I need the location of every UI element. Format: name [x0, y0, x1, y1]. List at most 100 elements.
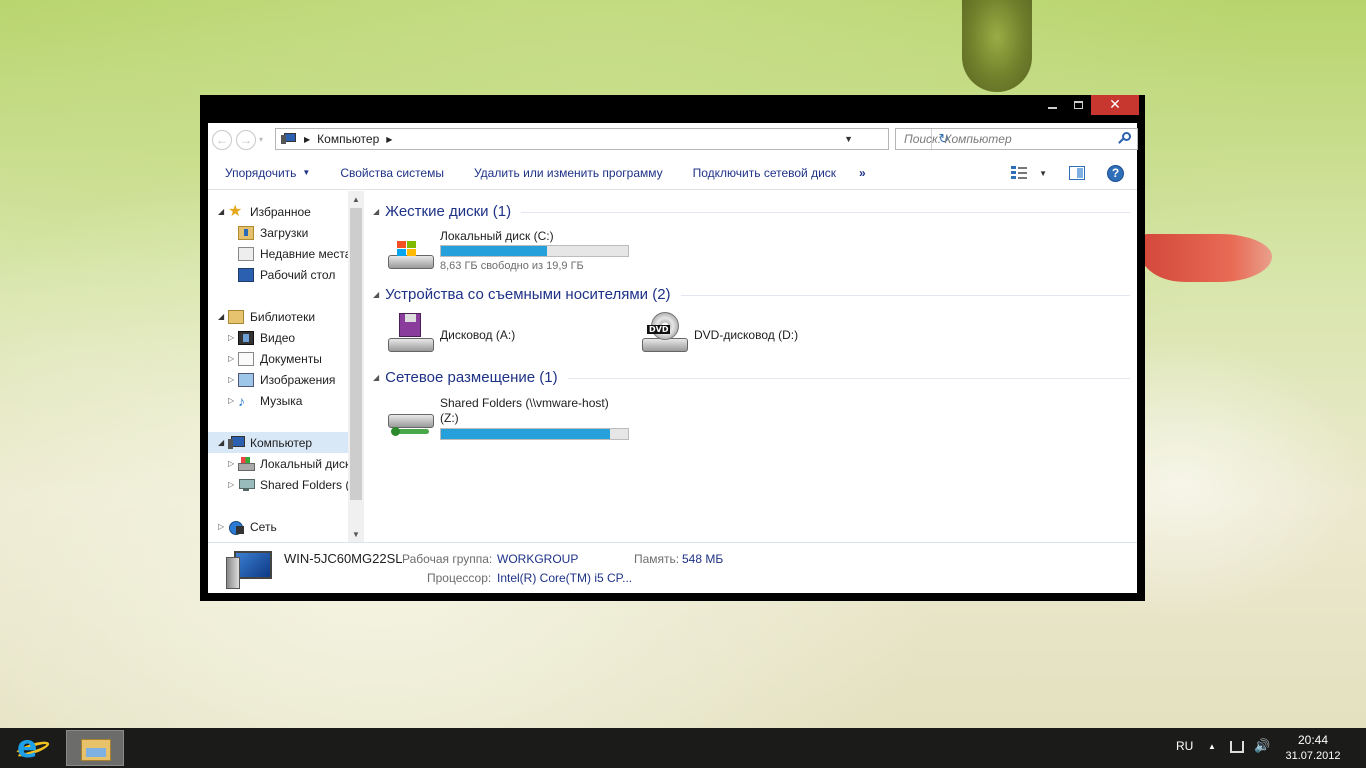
- scrollbar-thumb[interactable]: [350, 208, 362, 500]
- collapsed-arrow-icon[interactable]: ▷: [228, 354, 238, 363]
- group-title: Жесткие диски (1): [385, 202, 512, 220]
- collapsed-arrow-icon[interactable]: ▷: [228, 459, 238, 468]
- network-drive-icon: [385, 396, 434, 440]
- chevron-down-icon: ▼: [302, 168, 311, 177]
- clock-date[interactable]: 31.07.2012: [1280, 750, 1346, 762]
- drive-item-a[interactable]: Дисковод (A:): [385, 312, 645, 358]
- view-options-dropdown-icon[interactable]: ▼: [1039, 169, 1047, 178]
- search-input[interactable]: Поиск: Компьютер: [904, 132, 1117, 146]
- maximize-button[interactable]: [1065, 95, 1091, 115]
- wallpaper-petal: [1140, 234, 1272, 282]
- wallpaper-flower-bud: [962, 0, 1032, 92]
- tree-label: Избранное: [250, 204, 311, 219]
- collapsed-arrow-icon[interactable]: ▷: [228, 480, 238, 489]
- input-language-indicator[interactable]: RU: [1176, 739, 1193, 753]
- show-hidden-icons-icon[interactable]: ▲: [1208, 742, 1216, 751]
- workgroup-label: Рабочая группа:: [402, 552, 493, 566]
- downloads-folder-icon: [238, 225, 254, 240]
- expanded-arrow-icon[interactable]: ◢: [218, 207, 228, 216]
- network-drive-icon: [238, 478, 255, 492]
- speaker-icon[interactable]: 🔊: [1254, 739, 1270, 754]
- drive-name: Shared Folders (\\vmware-host) (Z:): [440, 396, 609, 425]
- tree-label: Рабочий стол: [260, 267, 336, 282]
- address-dropdown-icon[interactable]: ▼: [844, 134, 853, 144]
- drive-name: Локальный диск (C:): [440, 229, 554, 243]
- collapsed-arrow-icon[interactable]: ▷: [218, 522, 228, 531]
- group-header-network-locations[interactable]: ◢ Сетевое размещение (1): [373, 367, 1130, 387]
- map-network-drive-button[interactable]: Подключить сетевой диск: [678, 156, 851, 189]
- tree-label: Сеть: [250, 519, 277, 534]
- forward-button[interactable]: →: [236, 129, 256, 150]
- tree-item-computer[interactable]: ◢ Компьютер: [208, 432, 348, 453]
- capacity-bar-fill: [441, 246, 547, 256]
- drive-item-z[interactable]: Shared Folders (\\vmware-host) (Z:): [385, 396, 645, 442]
- tree-item-documents[interactable]: ▷ Документы: [228, 348, 364, 369]
- search-box[interactable]: Поиск: Компьютер: [895, 128, 1138, 150]
- search-icon[interactable]: [1117, 131, 1133, 147]
- group-title: Устройства со съемными носителями (2): [385, 285, 671, 303]
- recent-locations-button[interactable]: ▾: [259, 135, 263, 144]
- drive-item-c[interactable]: Локальный диск (C:) 8,63 ГБ свободно из …: [385, 229, 645, 275]
- preview-pane-icon[interactable]: [1069, 166, 1085, 180]
- workgroup-value: WORKGROUP: [497, 552, 579, 566]
- collapsed-arrow-icon[interactable]: ▷: [228, 375, 238, 384]
- tree-item-local-disk[interactable]: ▷ Локальный диск: [228, 453, 364, 474]
- file-explorer-taskbar-button[interactable]: [66, 730, 124, 766]
- tree-item-libraries[interactable]: ◢ Библиотеки: [218, 306, 358, 327]
- internet-explorer-taskbar-button[interactable]: e: [13, 730, 51, 765]
- computer-icon: [281, 132, 297, 146]
- tree-label: Библиотеки: [250, 309, 316, 324]
- documents-library-icon: [238, 351, 254, 366]
- content-pane: ◢ Жесткие диски (1) Локальный диск (C:) …: [365, 191, 1137, 542]
- more-commands-button[interactable]: »: [851, 166, 874, 180]
- collapsed-arrow-icon[interactable]: ▷: [228, 396, 238, 405]
- drive-item-d[interactable]: DVD DVD-дисковод (D:): [639, 312, 899, 358]
- music-note-icon: ♪: [238, 392, 245, 409]
- group-header-removable[interactable]: ◢ Устройства со съемными носителями (2): [373, 284, 1130, 304]
- breadcrumb-separator-icon[interactable]: ▶: [386, 135, 392, 144]
- expanded-arrow-icon[interactable]: ◢: [373, 290, 379, 299]
- forward-arrow-icon: →: [240, 132, 252, 147]
- recent-places-icon: [238, 246, 254, 261]
- tree-label: Загрузки: [260, 225, 309, 240]
- navigation-bar: ← → ▾ ▶ Компьютер ▶ ▼ ↻ Поиск: Компьютер: [208, 123, 1138, 156]
- tree-label: Видео: [260, 330, 296, 345]
- tree-item-pictures[interactable]: ▷ Изображения: [228, 369, 364, 390]
- internet-explorer-icon: e: [17, 730, 38, 765]
- expanded-arrow-icon[interactable]: ◢: [373, 207, 379, 216]
- minimize-button[interactable]: [1039, 95, 1065, 115]
- breadcrumb-separator-icon[interactable]: ▶: [304, 135, 310, 144]
- close-button[interactable]: ✕: [1091, 95, 1139, 115]
- tree-item-recent-places[interactable]: Недавние места: [238, 243, 364, 264]
- breadcrumb-computer[interactable]: Компьютер: [317, 132, 379, 146]
- tree-item-videos[interactable]: ▷ Видео: [228, 327, 364, 348]
- system-properties-button[interactable]: Свойства системы: [325, 156, 459, 189]
- tree-item-favorites[interactable]: ◢ ★ Избранное: [218, 201, 358, 222]
- help-icon[interactable]: ?: [1107, 164, 1124, 182]
- scroll-up-arrow-icon[interactable]: ▲: [348, 191, 364, 207]
- computer-icon: [224, 551, 272, 589]
- video-library-icon: [238, 330, 254, 345]
- change-view-icon[interactable]: [1011, 166, 1029, 180]
- address-bar[interactable]: ▶ Компьютер ▶ ▼ ↻: [275, 128, 949, 150]
- tree-item-desktop[interactable]: Рабочий стол: [238, 264, 364, 285]
- uninstall-program-button[interactable]: Удалить или изменить программу: [459, 156, 678, 189]
- back-button[interactable]: ←: [212, 129, 232, 150]
- tree-item-shared-folders[interactable]: ▷ Shared Folders (\\: [228, 474, 364, 495]
- collapsed-arrow-icon[interactable]: ▷: [228, 333, 238, 342]
- network-status-icon[interactable]: [1230, 741, 1244, 753]
- tree-label: Компьютер: [250, 435, 313, 450]
- expanded-arrow-icon[interactable]: ◢: [373, 373, 379, 382]
- tree-item-music[interactable]: ▷ ♪ Музыка: [228, 390, 364, 411]
- navigation-pane-scrollbar[interactable]: ▲ ▼: [348, 191, 364, 542]
- dvd-label: DVD: [647, 325, 671, 334]
- clock-time[interactable]: 20:44: [1280, 733, 1346, 747]
- tree-item-downloads[interactable]: Загрузки: [238, 222, 364, 243]
- expanded-arrow-icon[interactable]: ◢: [218, 312, 228, 321]
- tree-item-network[interactable]: ▷ Сеть: [218, 516, 358, 537]
- desktop-icon: [238, 267, 254, 282]
- organize-button[interactable]: Упорядочить ▼: [208, 156, 325, 189]
- scroll-down-arrow-icon[interactable]: ▼: [348, 526, 364, 542]
- expanded-arrow-icon[interactable]: ◢: [218, 438, 228, 447]
- group-header-hard-disks[interactable]: ◢ Жесткие диски (1): [373, 201, 1130, 221]
